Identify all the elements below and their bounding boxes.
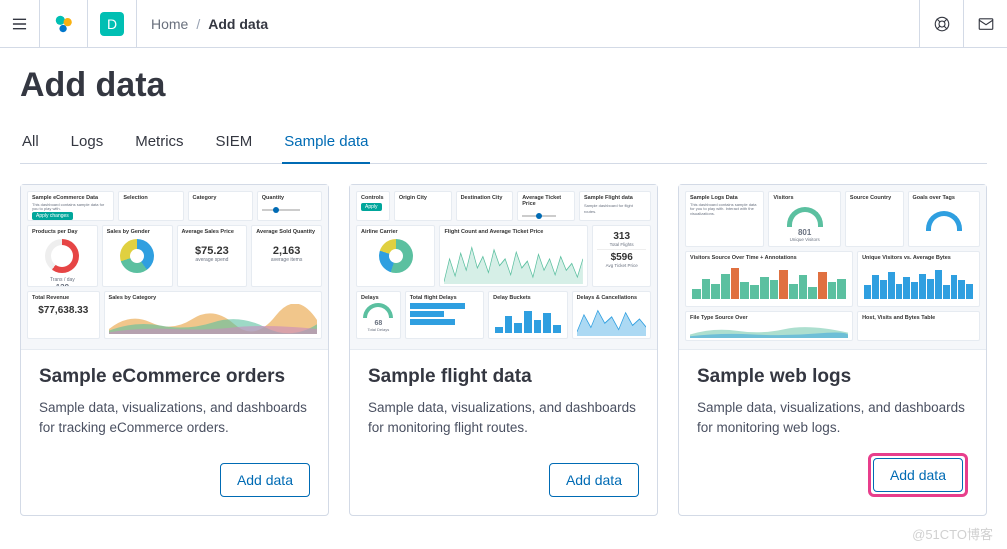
card-ecommerce-title: Sample eCommerce orders: [39, 366, 310, 388]
tab-siem[interactable]: SIEM: [214, 133, 255, 163]
tab-logs[interactable]: Logs: [69, 133, 106, 163]
metric-revenue: $77,638.33: [32, 305, 95, 316]
card-flights-desc: Sample data, visualizations, and dashboa…: [368, 398, 639, 447]
tab-metrics[interactable]: Metrics: [133, 133, 185, 163]
add-data-button-weblogs[interactable]: Add data: [873, 458, 963, 492]
metric-avg-items: 2,163: [256, 245, 317, 257]
card-weblogs-preview: Sample Logs DataThis dashboard contains …: [679, 185, 986, 350]
card-flights: ControlsApply Origin City Destination Ci…: [349, 184, 658, 516]
breadcrumb-home[interactable]: Home: [151, 16, 188, 32]
preview-button: Apply changes: [32, 212, 73, 220]
card-flights-preview: ControlsApply Origin City Destination Ci…: [350, 185, 657, 350]
space-badge: D: [100, 12, 124, 36]
card-flights-title: Sample flight data: [368, 366, 639, 388]
space-selector[interactable]: D: [88, 0, 137, 47]
tab-all[interactable]: All: [20, 133, 41, 163]
help-button[interactable]: [919, 0, 963, 48]
card-ecommerce-desc: Sample data, visualizations, and dashboa…: [39, 398, 310, 447]
card-ecommerce-preview: Sample eCommerce Data This dashboard con…: [21, 185, 328, 350]
metric-avg-spend: $75.23: [182, 245, 243, 257]
header-actions: [919, 0, 1007, 48]
add-data-button-ecommerce[interactable]: Add data: [220, 463, 310, 497]
mail-icon: [977, 15, 995, 33]
page-title: Add data: [20, 66, 987, 105]
breadcrumb-current: Add data: [208, 16, 268, 32]
tab-sample-data[interactable]: Sample data: [282, 133, 370, 164]
tabs: All Logs Metrics SIEM Sample data: [20, 133, 987, 164]
elastic-logo-icon: [53, 13, 75, 35]
newsfeed-button[interactable]: [963, 0, 1007, 48]
preview-title: Sample eCommerce Data: [32, 195, 109, 201]
page-content: Add data All Logs Metrics SIEM Sample da…: [0, 48, 1007, 534]
hamburger-icon: [12, 16, 27, 32]
card-weblogs-desc: Sample data, visualizations, and dashboa…: [697, 398, 968, 437]
lifebuoy-icon: [933, 15, 951, 33]
card-ecommerce: Sample eCommerce Data This dashboard con…: [20, 184, 329, 516]
card-weblogs-title: Sample web logs: [697, 366, 968, 388]
app-logo[interactable]: [40, 0, 88, 47]
menu-toggle[interactable]: [0, 0, 40, 47]
sample-data-cards: Sample eCommerce Data This dashboard con…: [20, 184, 987, 516]
app-header: D Home / Add data: [0, 0, 1007, 48]
highlight-annotation: Add data: [868, 453, 968, 497]
breadcrumb: Home / Add data: [137, 16, 919, 32]
breadcrumb-separator: /: [196, 16, 200, 32]
add-data-button-flights[interactable]: Add data: [549, 463, 639, 497]
card-weblogs: Sample Logs DataThis dashboard contains …: [678, 184, 987, 516]
